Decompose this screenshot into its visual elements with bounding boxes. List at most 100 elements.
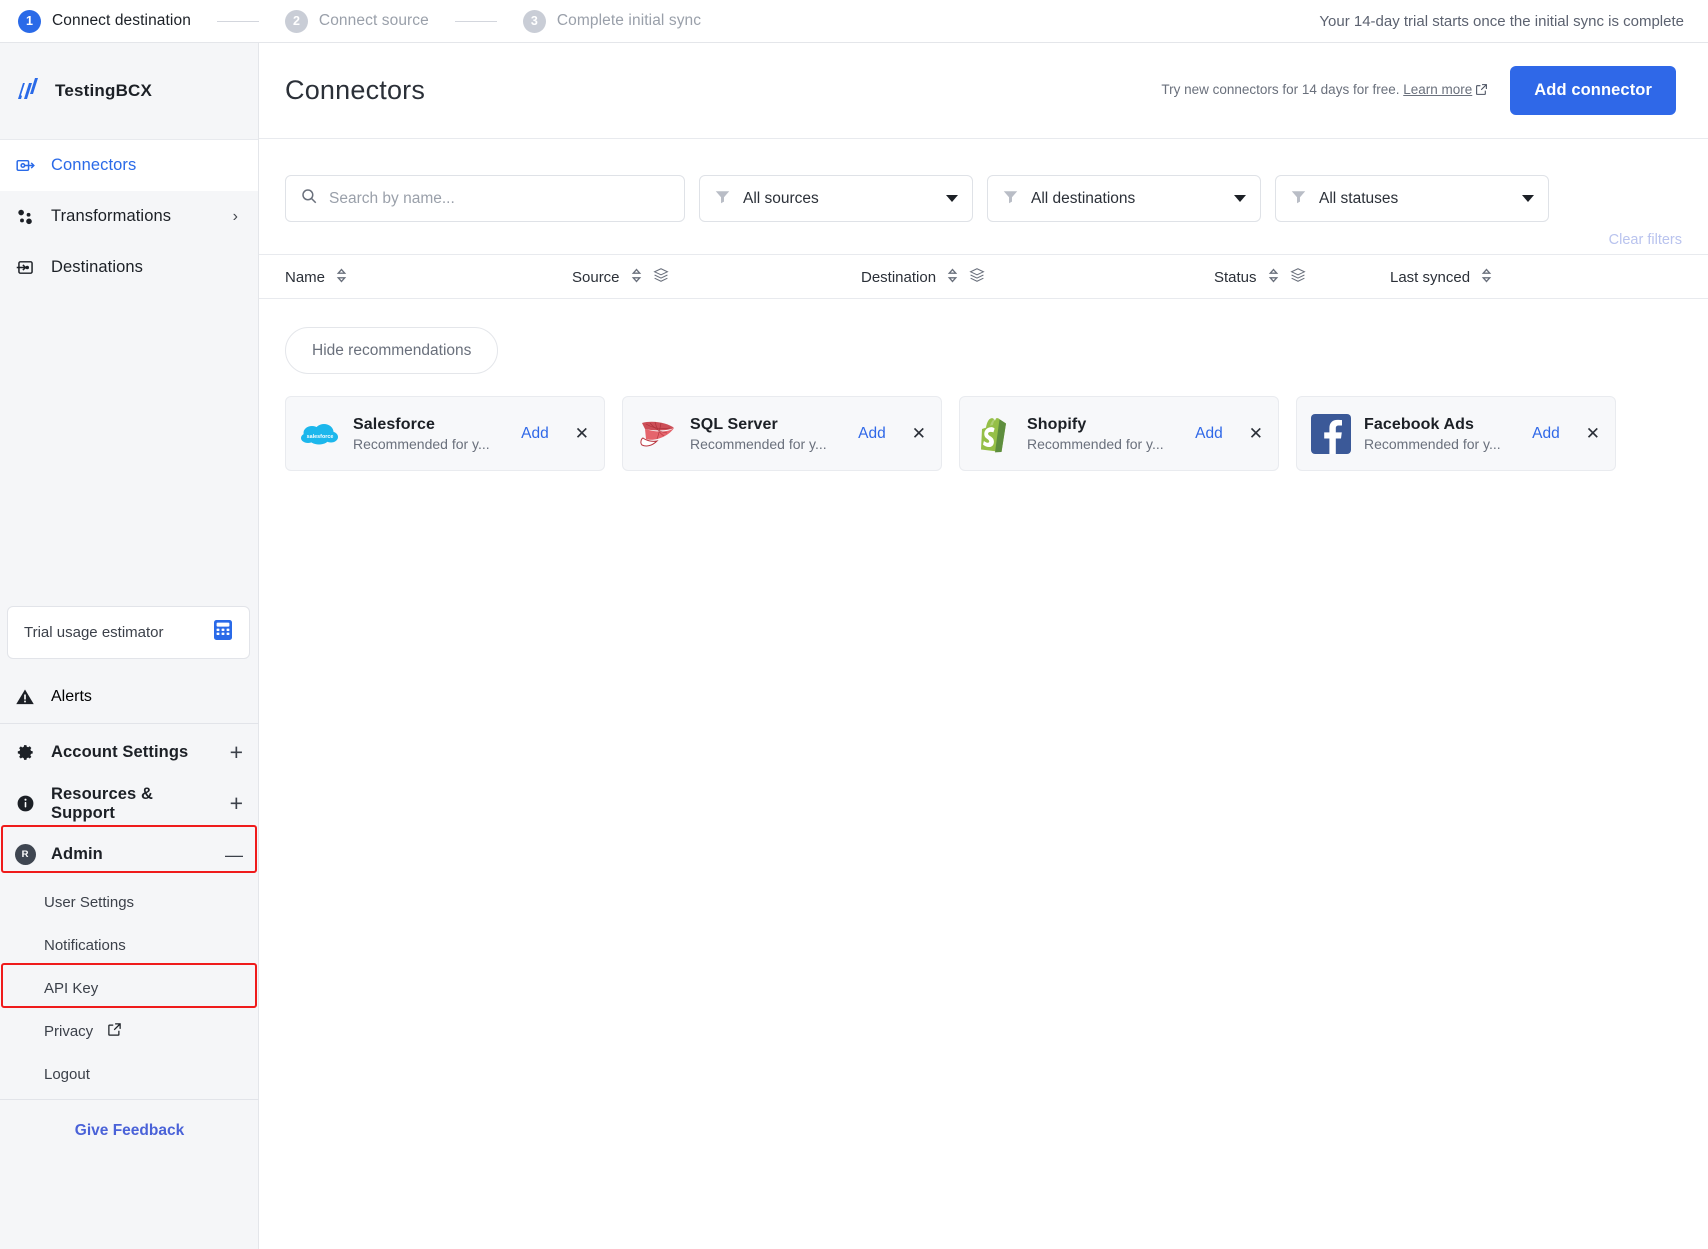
sqlserver-logo-icon xyxy=(636,413,678,455)
sidebar-item-destinations[interactable]: Destinations xyxy=(0,242,258,293)
column-header-last-synced[interactable]: Last synced xyxy=(1390,255,1492,300)
brand-name: TestingBCX xyxy=(55,81,153,100)
filter-sources-dropdown[interactable]: All sources xyxy=(699,175,973,222)
filter-statuses-dropdown[interactable]: All statuses xyxy=(1275,175,1549,222)
main-header: Connectors Try new connectors for 14 day… xyxy=(259,43,1708,139)
step-complete-initial-sync[interactable]: 3 Complete initial sync xyxy=(522,9,701,33)
svg-text:salesforce: salesforce xyxy=(307,434,334,440)
trial-usage-estimator-label: Trial usage estimator xyxy=(24,624,164,641)
sort-icon-name[interactable] xyxy=(336,267,347,288)
filter-sources-label: All sources xyxy=(743,189,819,207)
filter-destinations-dropdown[interactable]: All destinations xyxy=(987,175,1261,222)
learn-more-link[interactable]: Learn more xyxy=(1403,82,1472,97)
gear-icon xyxy=(14,742,36,764)
recommendation-card-sql-server[interactable]: SQL Server Recommended for y... Add ✕ xyxy=(622,396,942,471)
alert-triangle-icon xyxy=(14,686,36,708)
sidebar-subitem-privacy[interactable]: Privacy xyxy=(0,1010,259,1053)
recommendation-card-salesforce[interactable]: salesforce Salesforce Recommended for y.… xyxy=(285,396,605,471)
give-feedback-link[interactable]: Give Feedback xyxy=(0,1101,259,1161)
filter-funnel-icon-statuses xyxy=(1290,188,1307,210)
sidebar-subitem-label-notifications: Notifications xyxy=(44,937,126,954)
recommendation-text-sql-server: SQL Server Recommended for y... xyxy=(690,416,827,452)
chevron-down-icon-destinations[interactable] xyxy=(1234,195,1246,202)
filters-row: All sources All destinations All statuse… xyxy=(259,139,1708,222)
search-input[interactable] xyxy=(329,189,670,208)
group-stack-icon-status[interactable] xyxy=(1289,267,1306,288)
column-header-destination[interactable]: Destination xyxy=(861,255,985,300)
search-box[interactable] xyxy=(285,175,685,222)
close-icon-facebook-ads[interactable]: ✕ xyxy=(1572,425,1602,442)
sidebar-item-alerts[interactable]: Alerts xyxy=(0,671,259,722)
chevron-down-icon-statuses[interactable] xyxy=(1522,195,1534,202)
add-link-facebook-ads[interactable]: Add xyxy=(1526,425,1560,443)
try-connectors-note: Try new connectors for 14 days for free.… xyxy=(1161,82,1488,99)
sidebar-subitem-notifications[interactable]: Notifications xyxy=(0,924,259,967)
column-header-source[interactable]: Source xyxy=(572,255,669,300)
collapse-minus-icon-admin[interactable]: — xyxy=(225,846,243,864)
recommendation-card-facebook-ads[interactable]: Facebook Ads Recommended for y... Add ✕ xyxy=(1296,396,1616,471)
destinations-icon xyxy=(14,257,36,279)
recommendation-card-shopify[interactable]: Shopify Recommended for y... Add ✕ xyxy=(959,396,1279,471)
sidebar-group-admin[interactable]: R Admin — xyxy=(0,829,259,880)
group-stack-icon-destination[interactable] xyxy=(969,267,985,288)
hide-recommendations-button[interactable]: Hide recommendations xyxy=(285,327,499,374)
sidebar-subitem-label-user-settings: User Settings xyxy=(44,894,135,911)
sidebar-item-transformations[interactable]: Transformations › xyxy=(0,191,258,242)
external-link-icon-learn-more[interactable] xyxy=(1475,83,1488,99)
clear-filters-link[interactable]: Clear filters xyxy=(259,222,1708,248)
chevron-down-icon-sources[interactable] xyxy=(946,195,958,202)
recommendation-subtitle-salesforce: Recommended for y... xyxy=(353,435,490,452)
search-icon xyxy=(300,187,318,210)
close-icon-shopify[interactable]: ✕ xyxy=(1235,425,1265,442)
sidebar-subitem-api-key[interactable]: API Key xyxy=(0,967,259,1010)
add-link-shopify[interactable]: Add xyxy=(1189,425,1223,443)
shopify-logo-icon xyxy=(973,413,1015,455)
recommendation-name-shopify: Shopify xyxy=(1027,415,1087,433)
sidebar-subitem-user-settings[interactable]: User Settings xyxy=(0,881,259,924)
stepper-connector-line-2 xyxy=(454,20,497,22)
add-link-sql-server[interactable]: Add xyxy=(852,425,886,443)
step-connect-source[interactable]: 2 Connect source xyxy=(284,9,429,33)
sort-icon-last-synced[interactable] xyxy=(1481,267,1492,288)
chevron-right-icon[interactable]: › xyxy=(233,208,238,225)
close-icon-sql-server[interactable]: ✕ xyxy=(898,425,928,442)
column-header-name[interactable]: Name xyxy=(285,255,347,300)
recommendation-subtitle-facebook-ads: Recommended for y... xyxy=(1364,435,1501,452)
recommendation-name-sql-server: SQL Server xyxy=(690,415,778,433)
add-connector-button[interactable]: Add connector xyxy=(1510,66,1676,115)
step-label-1: Connect destination xyxy=(52,12,191,29)
step-connect-destination[interactable]: 1 Connect destination xyxy=(18,9,191,33)
sort-icon-destination[interactable] xyxy=(947,267,958,288)
connectors-table-header: Name Source Destination Status Last sync… xyxy=(259,254,1708,299)
stepper-steps: 1 Connect destination 2 Connect source 3… xyxy=(18,9,701,33)
expand-plus-icon-resources-support[interactable]: + xyxy=(230,792,243,815)
column-label-destination: Destination xyxy=(861,269,937,286)
column-header-status[interactable]: Status xyxy=(1214,255,1306,300)
sidebar-group-resources-support[interactable]: Resources & Support + xyxy=(0,778,259,829)
recommendation-subtitle-shopify: Recommended for y... xyxy=(1027,435,1164,452)
sidebar-group-label-resources-support: Resources & Support xyxy=(51,784,153,822)
step-number-2: 2 xyxy=(284,9,308,33)
trial-usage-estimator-card[interactable]: Trial usage estimator xyxy=(7,606,250,659)
filter-statuses-label: All statuses xyxy=(1319,189,1399,207)
column-label-name: Name xyxy=(285,269,326,286)
group-stack-icon-source[interactable] xyxy=(652,267,669,288)
sidebar-subitem-logout[interactable]: Logout xyxy=(0,1053,259,1096)
sort-icon-status[interactable] xyxy=(1268,267,1279,288)
sort-icon-source[interactable] xyxy=(631,267,642,288)
sidebar: TestingBCX Connectors Transformations › xyxy=(0,43,259,1249)
sidebar-group-account-settings[interactable]: Account Settings + xyxy=(0,727,259,778)
add-link-salesforce[interactable]: Add xyxy=(515,425,549,443)
header-actions: Try new connectors for 14 days for free.… xyxy=(1161,66,1676,115)
filter-destinations-label: All destinations xyxy=(1031,189,1136,207)
close-icon-salesforce[interactable]: ✕ xyxy=(561,425,591,442)
sidebar-group-label-admin: Admin xyxy=(51,845,103,863)
sidebar-item-label-transformations: Transformations xyxy=(51,207,172,225)
external-link-icon xyxy=(107,1022,122,1042)
facebook-logo-icon xyxy=(1310,413,1352,455)
sidebar-item-connectors[interactable]: Connectors xyxy=(0,140,258,191)
expand-plus-icon-account-settings[interactable]: + xyxy=(230,741,243,764)
brand-header[interactable]: TestingBCX xyxy=(0,43,258,140)
filter-funnel-icon xyxy=(714,188,731,210)
recommendation-name-salesforce: Salesforce xyxy=(353,415,435,433)
